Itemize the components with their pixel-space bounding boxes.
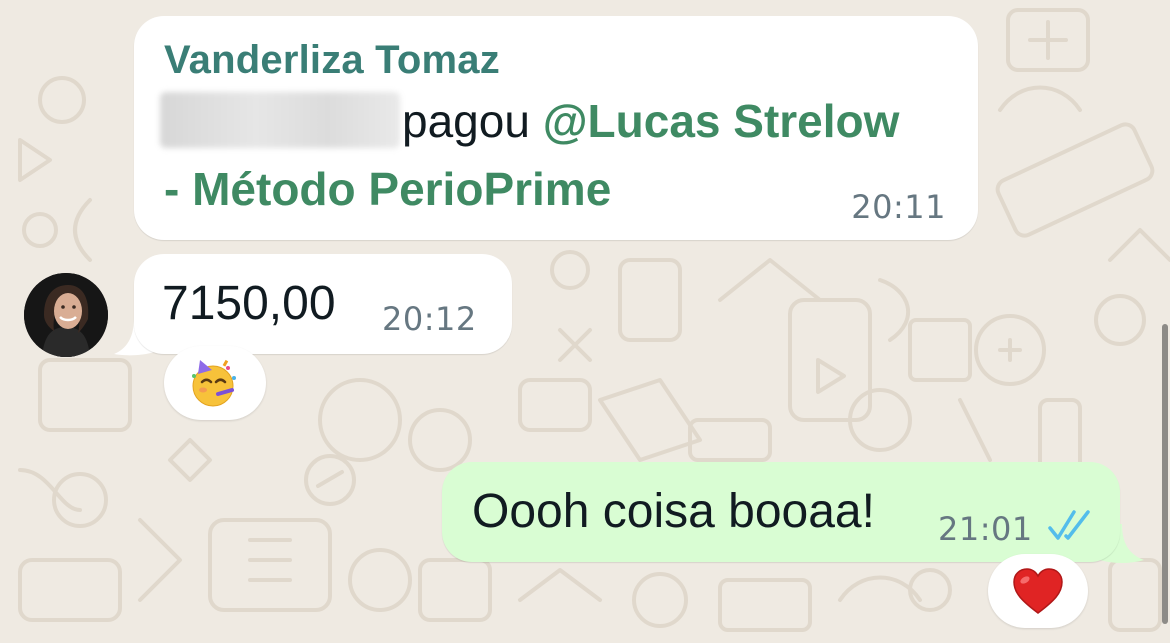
message-timestamp: 21:01 <box>938 510 1033 548</box>
reaction-badge[interactable] <box>988 554 1088 628</box>
sender-name[interactable]: Vanderliza Tomaz <box>164 38 500 83</box>
mention-link-continued[interactable]: - Método PerioPrime <box>164 162 611 216</box>
message-text: 7150,00 <box>162 277 336 330</box>
avatar-image <box>24 273 108 357</box>
incoming-message-2[interactable]: 7150,00 20:12 <box>134 254 512 354</box>
redacted-text <box>160 92 400 148</box>
message-timestamp: 20:12 <box>382 300 477 338</box>
message-text-line-1: pagou @Lucas Strelow <box>402 94 899 148</box>
double-check-icon <box>1048 510 1090 540</box>
partying-face-emoji-icon <box>192 359 236 407</box>
message-timestamp: 20:11 <box>851 188 946 226</box>
incoming-message-1[interactable]: Vanderliza Tomaz pagou @Lucas Strelow - … <box>134 16 978 240</box>
mention-link[interactable]: @Lucas Strelow <box>543 95 900 147</box>
avatar[interactable] <box>24 273 108 357</box>
outgoing-message[interactable]: Oooh coisa booaa! 21:01 <box>442 462 1120 562</box>
red-heart-emoji-icon <box>1013 568 1063 614</box>
message-text: pagou <box>402 95 530 147</box>
scrollbar[interactable] <box>1162 324 1168 624</box>
reaction-badge[interactable] <box>164 346 266 420</box>
message-text: Oooh coisa booaa! <box>472 485 875 538</box>
